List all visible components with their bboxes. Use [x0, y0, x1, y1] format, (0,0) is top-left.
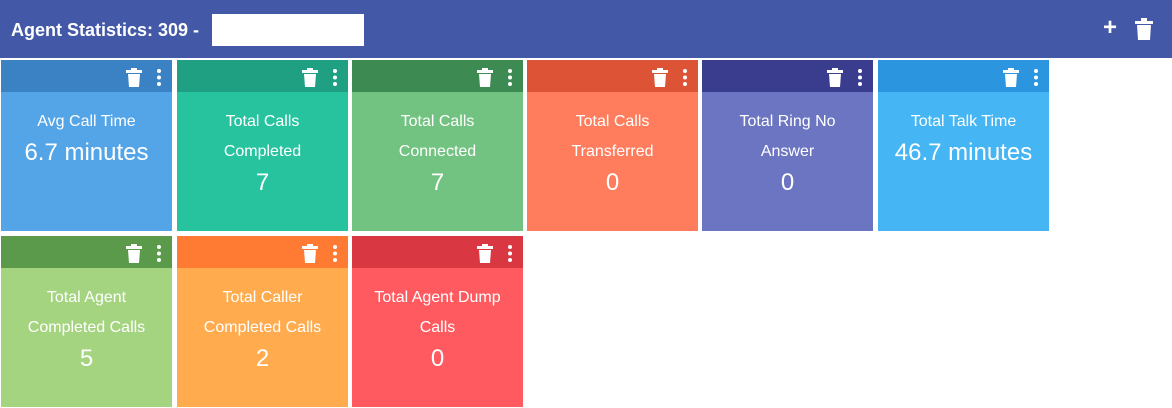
- tile-value: 0: [430, 345, 445, 372]
- redacted-area: [212, 14, 364, 46]
- tile-title-line2: Connected: [398, 143, 477, 160]
- tile-title: Total Ring No: [739, 113, 836, 130]
- tile-value: 7: [255, 169, 270, 196]
- tile-title-line2: Completed: [223, 143, 302, 160]
- stat-tile-total-ring-no-answer: Total Ring No Answer 0: [702, 60, 873, 231]
- tile-title: Total Calls: [575, 113, 650, 130]
- tile-title: Avg Call Time: [37, 113, 136, 130]
- tile-toolbar: [177, 60, 348, 92]
- kebab-menu-icon[interactable]: [331, 244, 339, 263]
- tile-toolbar: [878, 60, 1049, 92]
- kebab-menu-icon[interactable]: [856, 68, 864, 87]
- tile-toolbar: [1, 236, 172, 268]
- tile-title: Total Caller: [222, 289, 303, 306]
- trash-icon[interactable]: [477, 244, 493, 263]
- tile-body: Avg Call Time 6.7 minutes: [1, 92, 172, 231]
- tile-value: 6.7 minutes: [24, 139, 149, 166]
- stat-tile-total-calls-completed: Total Calls Completed 7: [177, 60, 348, 231]
- trash-icon[interactable]: [477, 68, 493, 87]
- tile-value: 0: [780, 169, 795, 196]
- tile-body: Total Caller Completed Calls 2: [177, 268, 348, 407]
- tile-body: Total Agent Completed Calls 5: [1, 268, 172, 407]
- tile-title-line2: Completed Calls: [203, 319, 322, 336]
- trash-icon[interactable]: [1135, 18, 1153, 40]
- tile-toolbar: [352, 236, 523, 268]
- kebab-menu-icon[interactable]: [506, 244, 514, 263]
- tile-title: Total Calls: [400, 113, 475, 130]
- tile-value: 46.7 minutes: [894, 139, 1033, 166]
- tile-body: Total Calls Completed 7: [177, 92, 348, 231]
- tile-title-line2: Transferred: [571, 143, 654, 160]
- tile-toolbar: [702, 60, 873, 92]
- tile-title: Total Agent: [46, 289, 127, 306]
- tile-toolbar: [177, 236, 348, 268]
- plus-icon[interactable]: +: [1100, 16, 1120, 40]
- tile-title-line2: Answer: [760, 143, 815, 160]
- stat-tile-total-caller-completed-calls: Total Caller Completed Calls 2: [177, 236, 348, 407]
- widget-header: Agent Statistics: 309 - +: [0, 0, 1172, 58]
- kebab-menu-icon[interactable]: [155, 244, 163, 263]
- stat-tile-total-talk-time: Total Talk Time 46.7 minutes: [878, 60, 1049, 231]
- trash-icon[interactable]: [126, 244, 142, 263]
- trash-icon[interactable]: [302, 68, 318, 87]
- tile-body: Total Calls Connected 7: [352, 92, 523, 231]
- tile-toolbar: [527, 60, 698, 92]
- stat-tile-total-calls-transferred: Total Calls Transferred 0: [527, 60, 698, 231]
- trash-icon[interactable]: [827, 68, 843, 87]
- kebab-menu-icon[interactable]: [681, 68, 689, 87]
- widget-title: Agent Statistics: 309 -: [11, 20, 200, 40]
- tile-body: Total Ring No Answer 0: [702, 92, 873, 231]
- kebab-menu-icon[interactable]: [1032, 68, 1040, 87]
- tile-value: 2: [255, 345, 270, 372]
- tile-toolbar: [1, 60, 172, 92]
- tile-body: Total Agent Dump Calls 0: [352, 268, 523, 407]
- trash-icon[interactable]: [652, 68, 668, 87]
- tile-body: Total Calls Transferred 0: [527, 92, 698, 231]
- tile-title-line2: Completed Calls: [27, 319, 146, 336]
- tile-value: 7: [430, 169, 445, 196]
- tile-title-line2: Calls: [419, 319, 456, 336]
- tile-title: Total Calls: [225, 113, 300, 130]
- trash-icon[interactable]: [126, 68, 142, 87]
- tile-toolbar: [352, 60, 523, 92]
- trash-icon[interactable]: [302, 244, 318, 263]
- kebab-menu-icon[interactable]: [155, 68, 163, 87]
- kebab-menu-icon[interactable]: [506, 68, 514, 87]
- kebab-menu-icon[interactable]: [331, 68, 339, 87]
- stat-tile-total-agent-dump-calls: Total Agent Dump Calls 0: [352, 236, 523, 407]
- tile-title: Total Talk Time: [910, 113, 1017, 130]
- stat-tile-total-agent-completed-calls: Total Agent Completed Calls 5: [1, 236, 172, 407]
- trash-icon[interactable]: [1003, 68, 1019, 87]
- tile-body: Total Talk Time 46.7 minutes: [878, 92, 1049, 231]
- tile-value: 5: [79, 345, 94, 372]
- tile-title: Total Agent Dump: [374, 289, 501, 306]
- stat-tile-avg-call-time: Avg Call Time 6.7 minutes: [1, 60, 172, 231]
- stat-tile-total-calls-connected: Total Calls Connected 7: [352, 60, 523, 231]
- tile-value: 0: [605, 169, 620, 196]
